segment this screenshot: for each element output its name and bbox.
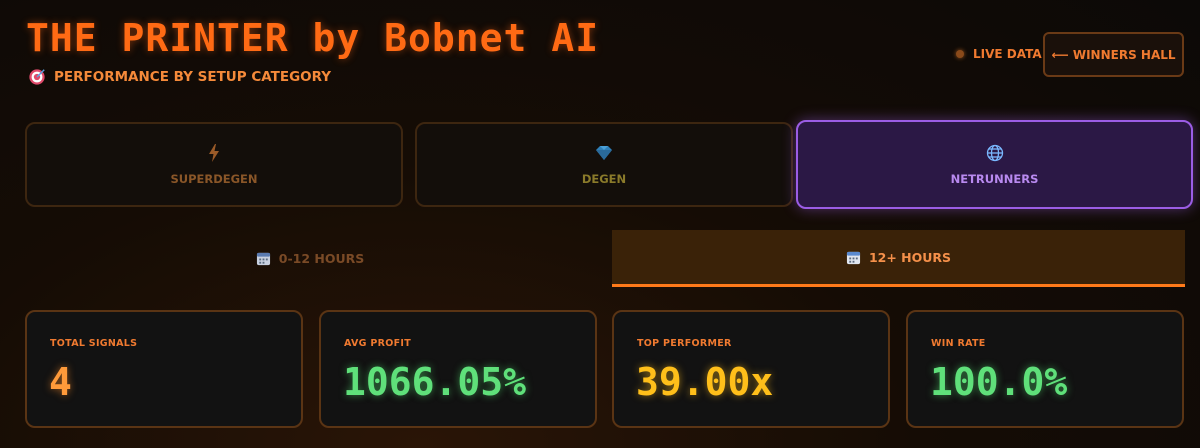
stat-card-top-performer: TOP PERFORMER 39.00x	[612, 310, 890, 428]
stat-card-total-signals: TOTAL SIGNALS 4	[25, 310, 303, 428]
page-title: THE PRINTER by Bobnet AI	[26, 16, 600, 60]
stat-card-avg-profit: AVG PROFIT 1066.05%	[319, 310, 597, 428]
stat-label: TOTAL SIGNALS	[50, 338, 138, 349]
category-label: NETRUNNERS	[950, 171, 1039, 186]
dashboard: THE PRINTER by Bobnet AI PERFORMANCE BY …	[0, 0, 1200, 448]
time-tab-label: 0-12 HOURS	[278, 251, 365, 266]
lightning-icon	[207, 143, 221, 162]
stat-label: TOP PERFORMER	[637, 338, 732, 349]
time-tab-12-plus-hours[interactable]: 12+ HOURS	[612, 230, 1185, 287]
live-indicator: LIVE DATA	[956, 47, 1042, 61]
diamond-icon	[595, 144, 613, 162]
category-tab-superdegen[interactable]: SUPERDEGEN	[25, 122, 403, 207]
category-tab-degen[interactable]: DEGEN	[415, 122, 793, 207]
stat-label: WIN RATE	[931, 338, 986, 349]
section-subtitle: PERFORMANCE BY SETUP CATEGORY	[28, 68, 331, 86]
stat-value: 1066.05%	[343, 360, 527, 404]
globe-icon	[986, 144, 1004, 162]
target-icon	[29, 69, 45, 85]
stat-value: 39.00x	[636, 360, 774, 404]
subtitle-text: PERFORMANCE BY SETUP CATEGORY	[54, 69, 332, 85]
stat-label: AVG PROFIT	[344, 338, 412, 349]
time-tab-0-12-hours[interactable]: 0-12 HOURS	[25, 230, 595, 287]
stat-card-win-rate: WIN RATE 100.0%	[906, 310, 1184, 428]
category-label: DEGEN	[581, 171, 627, 186]
calendar-icon	[846, 251, 861, 264]
category-label: SUPERDEGEN	[170, 171, 258, 186]
stat-value: 4	[49, 360, 72, 404]
winners-hall-button[interactable]: ⟵ WINNERS HALL	[1043, 32, 1184, 77]
live-label: LIVE DATA	[973, 47, 1042, 61]
winners-hall-label: ⟵ WINNERS HALL	[1051, 47, 1176, 62]
calendar-icon	[256, 252, 270, 266]
stat-value: 100.0%	[930, 360, 1068, 404]
live-dot-icon	[956, 50, 964, 58]
category-tab-netrunners[interactable]: NETRUNNERS	[796, 120, 1193, 209]
time-tab-label: 12+ HOURS	[868, 249, 952, 265]
